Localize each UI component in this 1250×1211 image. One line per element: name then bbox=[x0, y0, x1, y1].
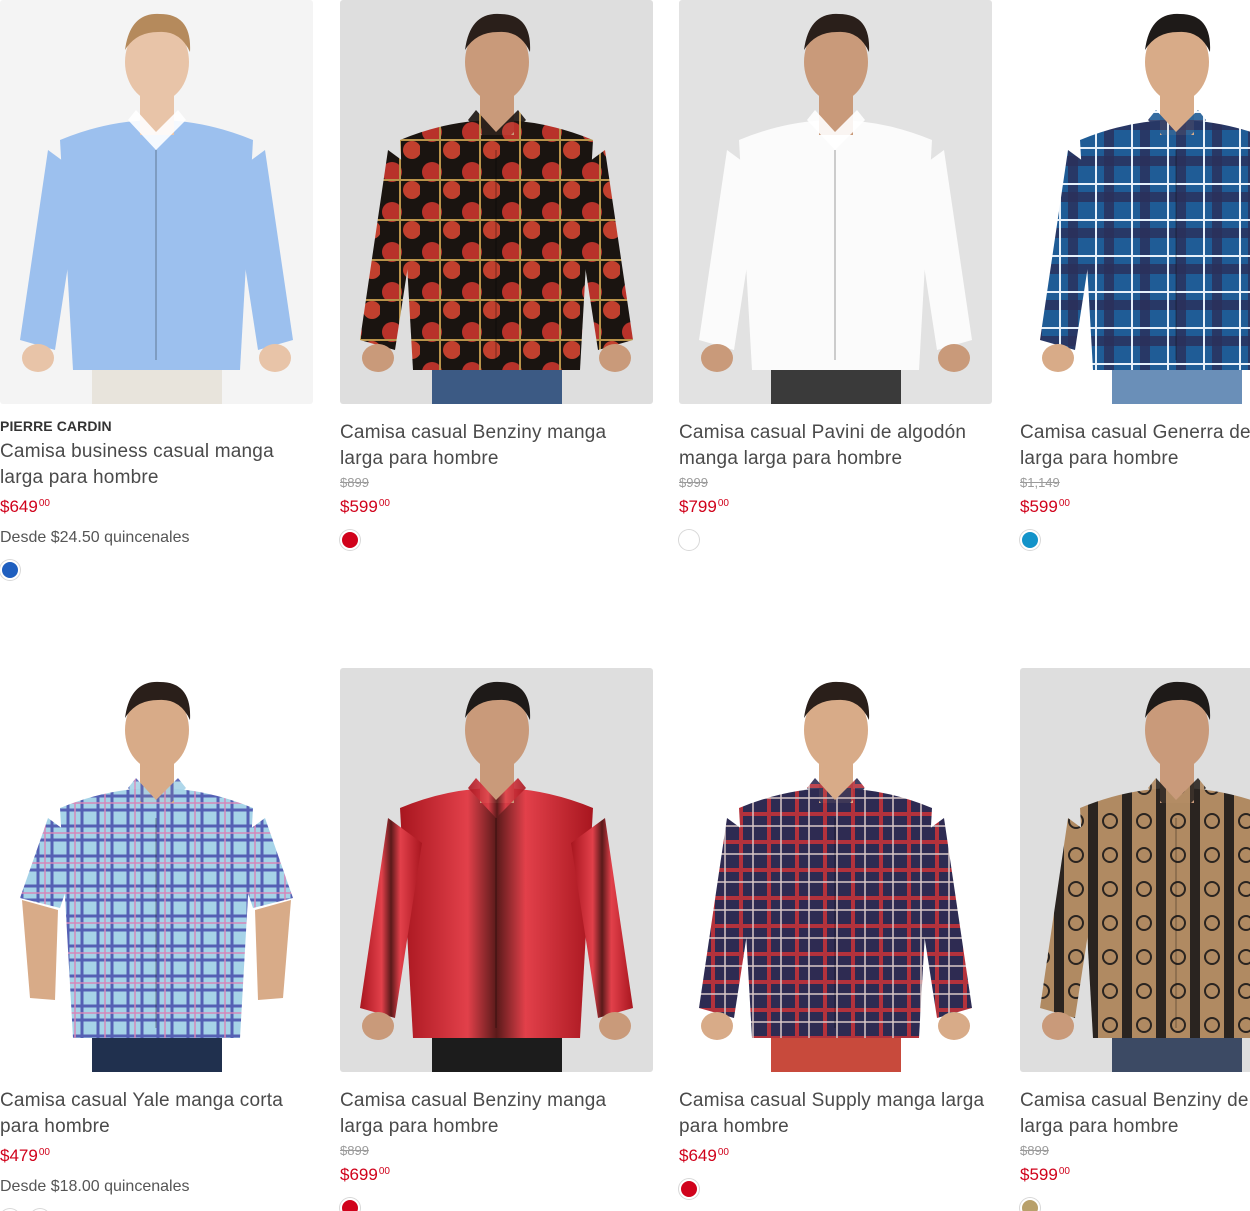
sale-price: $59900 bbox=[340, 493, 653, 518]
price-value: $649 bbox=[0, 497, 38, 516]
color-swatch[interactable] bbox=[340, 1198, 360, 1211]
product-title[interactable]: Camisa casual Benziny manga larga para h… bbox=[340, 1088, 653, 1140]
product-card[interactable]: Camisa casual Generra de a manga larga p… bbox=[1020, 0, 1250, 550]
color-swatch[interactable] bbox=[679, 1179, 699, 1199]
product-card[interactable]: Camisa casual Supply manga larga para ho… bbox=[679, 668, 992, 1199]
color-swatch[interactable] bbox=[1020, 1198, 1040, 1211]
product-title[interactable]: Camisa casual Benziny de a manga larga p… bbox=[1020, 1088, 1250, 1140]
product-title[interactable]: Camisa casual Yale manga corta para homb… bbox=[0, 1088, 313, 1140]
price-value: $599 bbox=[1020, 1165, 1058, 1184]
price-cents: 00 bbox=[38, 1147, 50, 1158]
product-image[interactable] bbox=[679, 668, 992, 1072]
price-cents: 00 bbox=[378, 498, 390, 509]
product-card[interactable]: PIERRE CARDIN Camisa business casual mang… bbox=[0, 0, 313, 580]
product-image[interactable] bbox=[0, 0, 313, 404]
original-price: $999 bbox=[679, 475, 708, 490]
product-title[interactable]: Camisa casual Supply manga larga para ho… bbox=[679, 1088, 992, 1140]
product-grid: PIERRE CARDIN Camisa business casual mang… bbox=[0, 0, 1250, 1211]
product-title[interactable]: Camisa casual Generra de a manga larga p… bbox=[1020, 420, 1250, 472]
price-value: $699 bbox=[340, 1165, 378, 1184]
product-image[interactable] bbox=[1020, 668, 1250, 1072]
sale-price: $79900 bbox=[679, 493, 992, 518]
product-image[interactable] bbox=[340, 0, 653, 404]
original-price: $899 bbox=[340, 475, 369, 490]
sale-price: $64900 bbox=[0, 493, 313, 518]
color-swatch[interactable] bbox=[0, 560, 20, 580]
product-card[interactable]: Camisa casual Benziny manga larga para h… bbox=[340, 668, 653, 1211]
price-value: $649 bbox=[679, 1146, 717, 1165]
product-brand: PIERRE CARDIN bbox=[0, 418, 112, 434]
product-card[interactable]: Camisa casual Benziny manga larga para h… bbox=[340, 0, 653, 550]
product-title[interactable]: Camisa casual Pavini de algodón manga la… bbox=[679, 420, 992, 472]
color-swatches bbox=[0, 560, 313, 580]
product-card[interactable]: Camisa casual Yale manga corta para homb… bbox=[0, 668, 313, 1211]
installments-text: Desde $24.50 quincenales bbox=[0, 529, 190, 546]
product-image[interactable] bbox=[1020, 0, 1250, 404]
price-cents: 00 bbox=[717, 498, 729, 509]
price-cents: 00 bbox=[717, 1147, 729, 1158]
price-value: $599 bbox=[1020, 497, 1058, 516]
price-cents: 00 bbox=[38, 498, 50, 509]
color-swatches bbox=[1020, 1198, 1250, 1211]
original-price: $1,149 bbox=[1020, 475, 1060, 490]
price-value: $479 bbox=[0, 1146, 38, 1165]
original-price: $899 bbox=[340, 1143, 369, 1158]
color-swatches bbox=[340, 530, 653, 550]
sale-price: $47900 bbox=[0, 1142, 313, 1167]
sale-price: $59900 bbox=[1020, 493, 1250, 518]
installments-text: Desde $18.00 quincenales bbox=[0, 1178, 190, 1195]
color-swatches bbox=[679, 1179, 992, 1199]
product-card[interactable]: Camisa casual Benziny de a manga larga p… bbox=[1020, 668, 1250, 1211]
color-swatch[interactable] bbox=[1020, 530, 1040, 550]
sale-price: $64900 bbox=[679, 1142, 992, 1167]
price-cents: 00 bbox=[1058, 498, 1070, 509]
color-swatch[interactable] bbox=[679, 530, 699, 550]
product-title[interactable]: Camisa business casual manga larga para … bbox=[0, 439, 313, 491]
sale-price: $69900 bbox=[340, 1161, 653, 1186]
product-image[interactable] bbox=[679, 0, 992, 404]
price-cents: 00 bbox=[1058, 1166, 1070, 1177]
price-cents: 00 bbox=[378, 1166, 390, 1177]
sale-price: $59900 bbox=[1020, 1161, 1250, 1186]
price-value: $799 bbox=[679, 497, 717, 516]
product-card[interactable]: Camisa casual Pavini de algodón manga la… bbox=[679, 0, 992, 550]
color-swatches bbox=[679, 530, 992, 550]
color-swatches bbox=[1020, 530, 1250, 550]
original-price: $899 bbox=[1020, 1143, 1049, 1158]
product-title[interactable]: Camisa casual Benziny manga larga para h… bbox=[340, 420, 653, 472]
color-swatches bbox=[340, 1198, 653, 1211]
color-swatch[interactable] bbox=[340, 530, 360, 550]
price-value: $599 bbox=[340, 497, 378, 516]
product-image[interactable] bbox=[340, 668, 653, 1072]
product-image[interactable] bbox=[0, 668, 313, 1072]
